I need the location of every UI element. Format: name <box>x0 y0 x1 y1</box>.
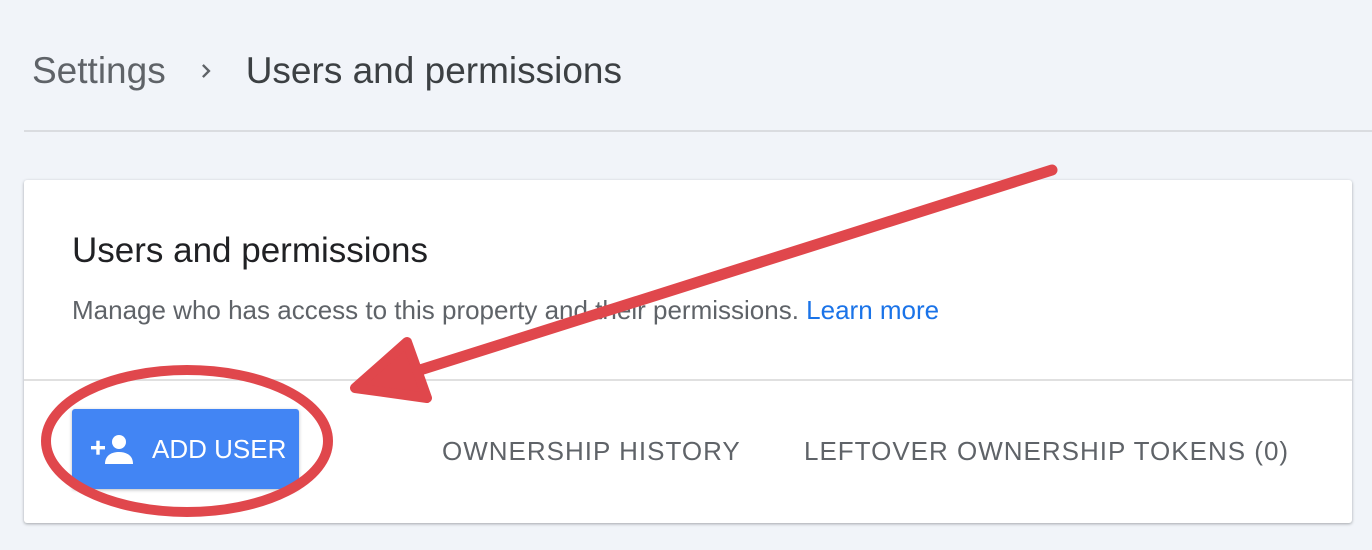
card-divider <box>24 379 1352 381</box>
card-title: Users and permissions <box>72 231 428 270</box>
card-description: Manage who has access to this property a… <box>72 292 939 328</box>
learn-more-link[interactable]: Learn more <box>806 295 939 325</box>
description-text: Manage who has access to this property a… <box>72 295 799 325</box>
breadcrumb: Settings Users and permissions <box>32 46 622 96</box>
header-divider <box>24 130 1372 132</box>
person-add-icon <box>90 433 136 465</box>
leftover-ownership-tokens-button[interactable]: LEFTOVER OWNERSHIP TOKENS (0) <box>804 429 1289 473</box>
chevron-right-icon <box>166 46 246 96</box>
add-user-button[interactable]: ADD USER <box>72 409 299 489</box>
ownership-history-button[interactable]: OWNERSHIP HISTORY <box>442 429 741 473</box>
add-user-label: ADD USER <box>152 433 287 464</box>
breadcrumb-settings-link[interactable]: Settings <box>32 50 166 92</box>
breadcrumb-current: Users and permissions <box>245 50 623 91</box>
users-permissions-card: Users and permissions Manage who has acc… <box>24 180 1352 523</box>
